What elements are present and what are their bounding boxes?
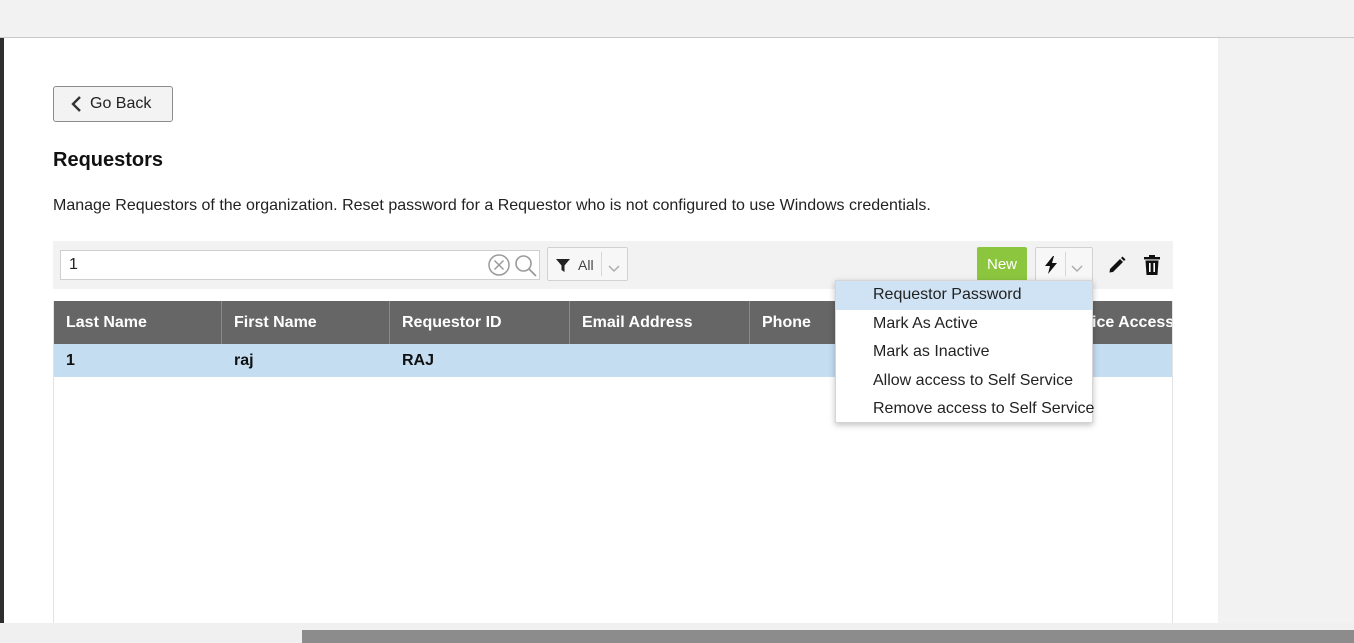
column-header-self-service-access[interactable]: ice Access [1080,301,1172,344]
menu-item-remove-self-service[interactable]: Remove access to Self Service [836,395,1094,424]
clear-icon[interactable] [488,254,510,281]
delete-icon[interactable] [1144,255,1160,280]
menu-item-requestor-password[interactable]: Requestor Password [836,281,1092,310]
cell-last-name: 1 [66,352,75,369]
column-header-requestor-id[interactable]: Requestor ID [390,301,570,344]
new-button[interactable]: New [977,247,1027,281]
chevron-down-icon [1071,260,1083,278]
scrollbar-thumb[interactable] [302,630,1354,643]
column-header-last-name[interactable]: Last Name [54,301,222,344]
chevron-left-icon [70,95,82,113]
column-header-first-name[interactable]: First Name [222,301,390,344]
actions-dropdown-button[interactable] [1035,247,1093,281]
search-icon[interactable] [514,254,538,283]
cell-phone [750,344,762,377]
page-description: Manage Requestors of the organization. R… [53,197,931,214]
page-title: Requestors [53,149,164,171]
chevron-down-icon [608,260,620,278]
actions-menu: Requestor Password Mark As Active Mark a… [835,280,1094,424]
filter-icon [556,259,570,278]
filter-divider [601,252,602,276]
go-back-button[interactable]: Go Back [53,86,173,122]
cell-email [570,344,582,377]
cell-first-name: raj [234,352,254,369]
column-header-email-address[interactable]: Email Address [570,301,750,344]
menu-item-mark-inactive[interactable]: Mark as Inactive [836,338,1092,367]
actions-divider [1065,252,1066,276]
top-bar [0,0,1354,38]
cell-requestor-id: RAJ [402,352,435,369]
filter-label: All [578,257,594,273]
menu-item-allow-self-service[interactable]: Allow access to Self Service [836,367,1092,396]
bolt-icon [1044,256,1058,279]
go-back-label: Go Back [90,95,152,112]
edit-icon[interactable] [1107,255,1127,280]
menu-item-mark-active[interactable]: Mark As Active [836,310,1092,339]
filter-dropdown[interactable]: All [547,247,628,281]
search-box [60,250,540,280]
search-input[interactable] [61,251,481,279]
